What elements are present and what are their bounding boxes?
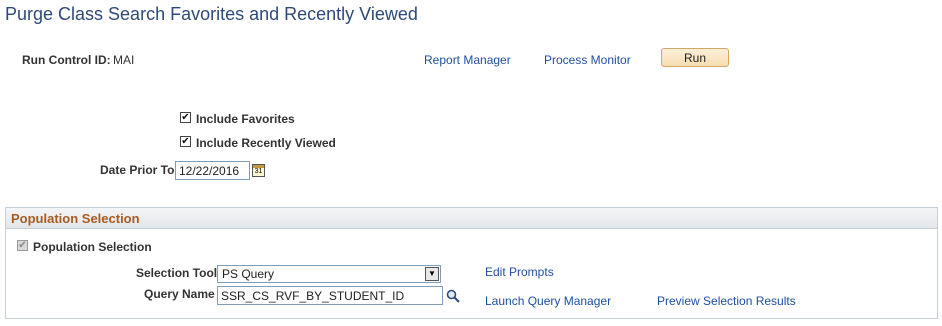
population-selection-label: Population Selection [33,240,152,254]
page-title: Purge Class Search Favorites and Recentl… [5,4,418,24]
population-selection-checkbox: ✔ [17,239,28,251]
run-control-value: MAI [113,53,135,67]
section-header: Population Selection [6,208,937,229]
include-favorites-label: Include Favorites [196,112,295,126]
chevron-down-icon[interactable]: ▼ [425,267,439,281]
include-recently-viewed-label: Include Recently Viewed [196,136,336,150]
preview-selection-results-link[interactable]: Preview Selection Results [657,294,796,308]
edit-prompts-link[interactable]: Edit Prompts [485,265,554,279]
calendar-icon[interactable]: 31 [252,164,265,177]
section-title: Population Selection [11,211,140,226]
selection-tool-select[interactable]: PS Query ▼ [217,265,441,283]
query-name-label: Query Name [144,287,215,301]
query-name-input[interactable] [217,286,443,305]
report-manager-link[interactable]: Report Manager [424,53,511,67]
run-control-label: Run Control ID: [22,53,111,67]
population-selection-section: Population Selection [5,207,938,319]
magnifier-lookup-icon[interactable] [446,289,460,303]
include-favorites-checkbox[interactable]: ✔ [180,112,191,123]
include-recently-viewed-checkbox[interactable]: ✔ [180,136,191,147]
date-prior-to-label: Date Prior To [100,163,175,177]
selection-tool-label: Selection Tool [136,266,218,280]
process-monitor-link[interactable]: Process Monitor [544,53,631,67]
launch-query-manager-link[interactable]: Launch Query Manager [485,294,611,308]
date-prior-to-input[interactable] [175,161,250,180]
selection-tool-value: PS Query [222,267,275,281]
run-button[interactable]: Run [661,48,729,67]
